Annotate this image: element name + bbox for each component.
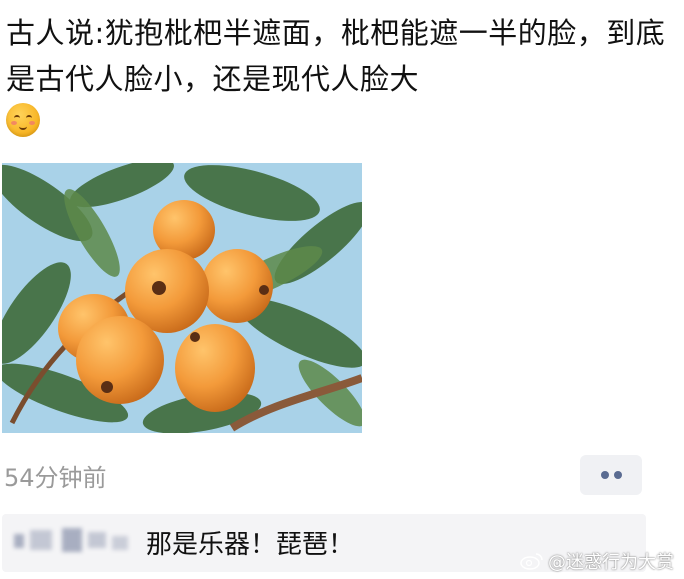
more-dots-icon <box>601 471 609 479</box>
comment-text: 那是乐器！琵琶！ <box>146 530 355 560</box>
smiling-face-emoji-icon <box>6 103 40 137</box>
more-options-button[interactable] <box>580 455 642 495</box>
loquat-photo[interactable] <box>2 163 362 433</box>
post-time: 54分钟前 <box>4 464 107 492</box>
post-text: 古人说:犹抱枇杷半遮面，枇杷能遮一半的脸，到底是古代人脸小，还是现代人脸大 <box>6 16 666 96</box>
watermark-text: @迷惑行为大赏 <box>548 552 674 573</box>
watermark: @迷惑行为大赏 <box>520 548 674 574</box>
weibo-logo-icon <box>520 553 543 570</box>
comment-author-blurred[interactable] <box>14 526 132 558</box>
